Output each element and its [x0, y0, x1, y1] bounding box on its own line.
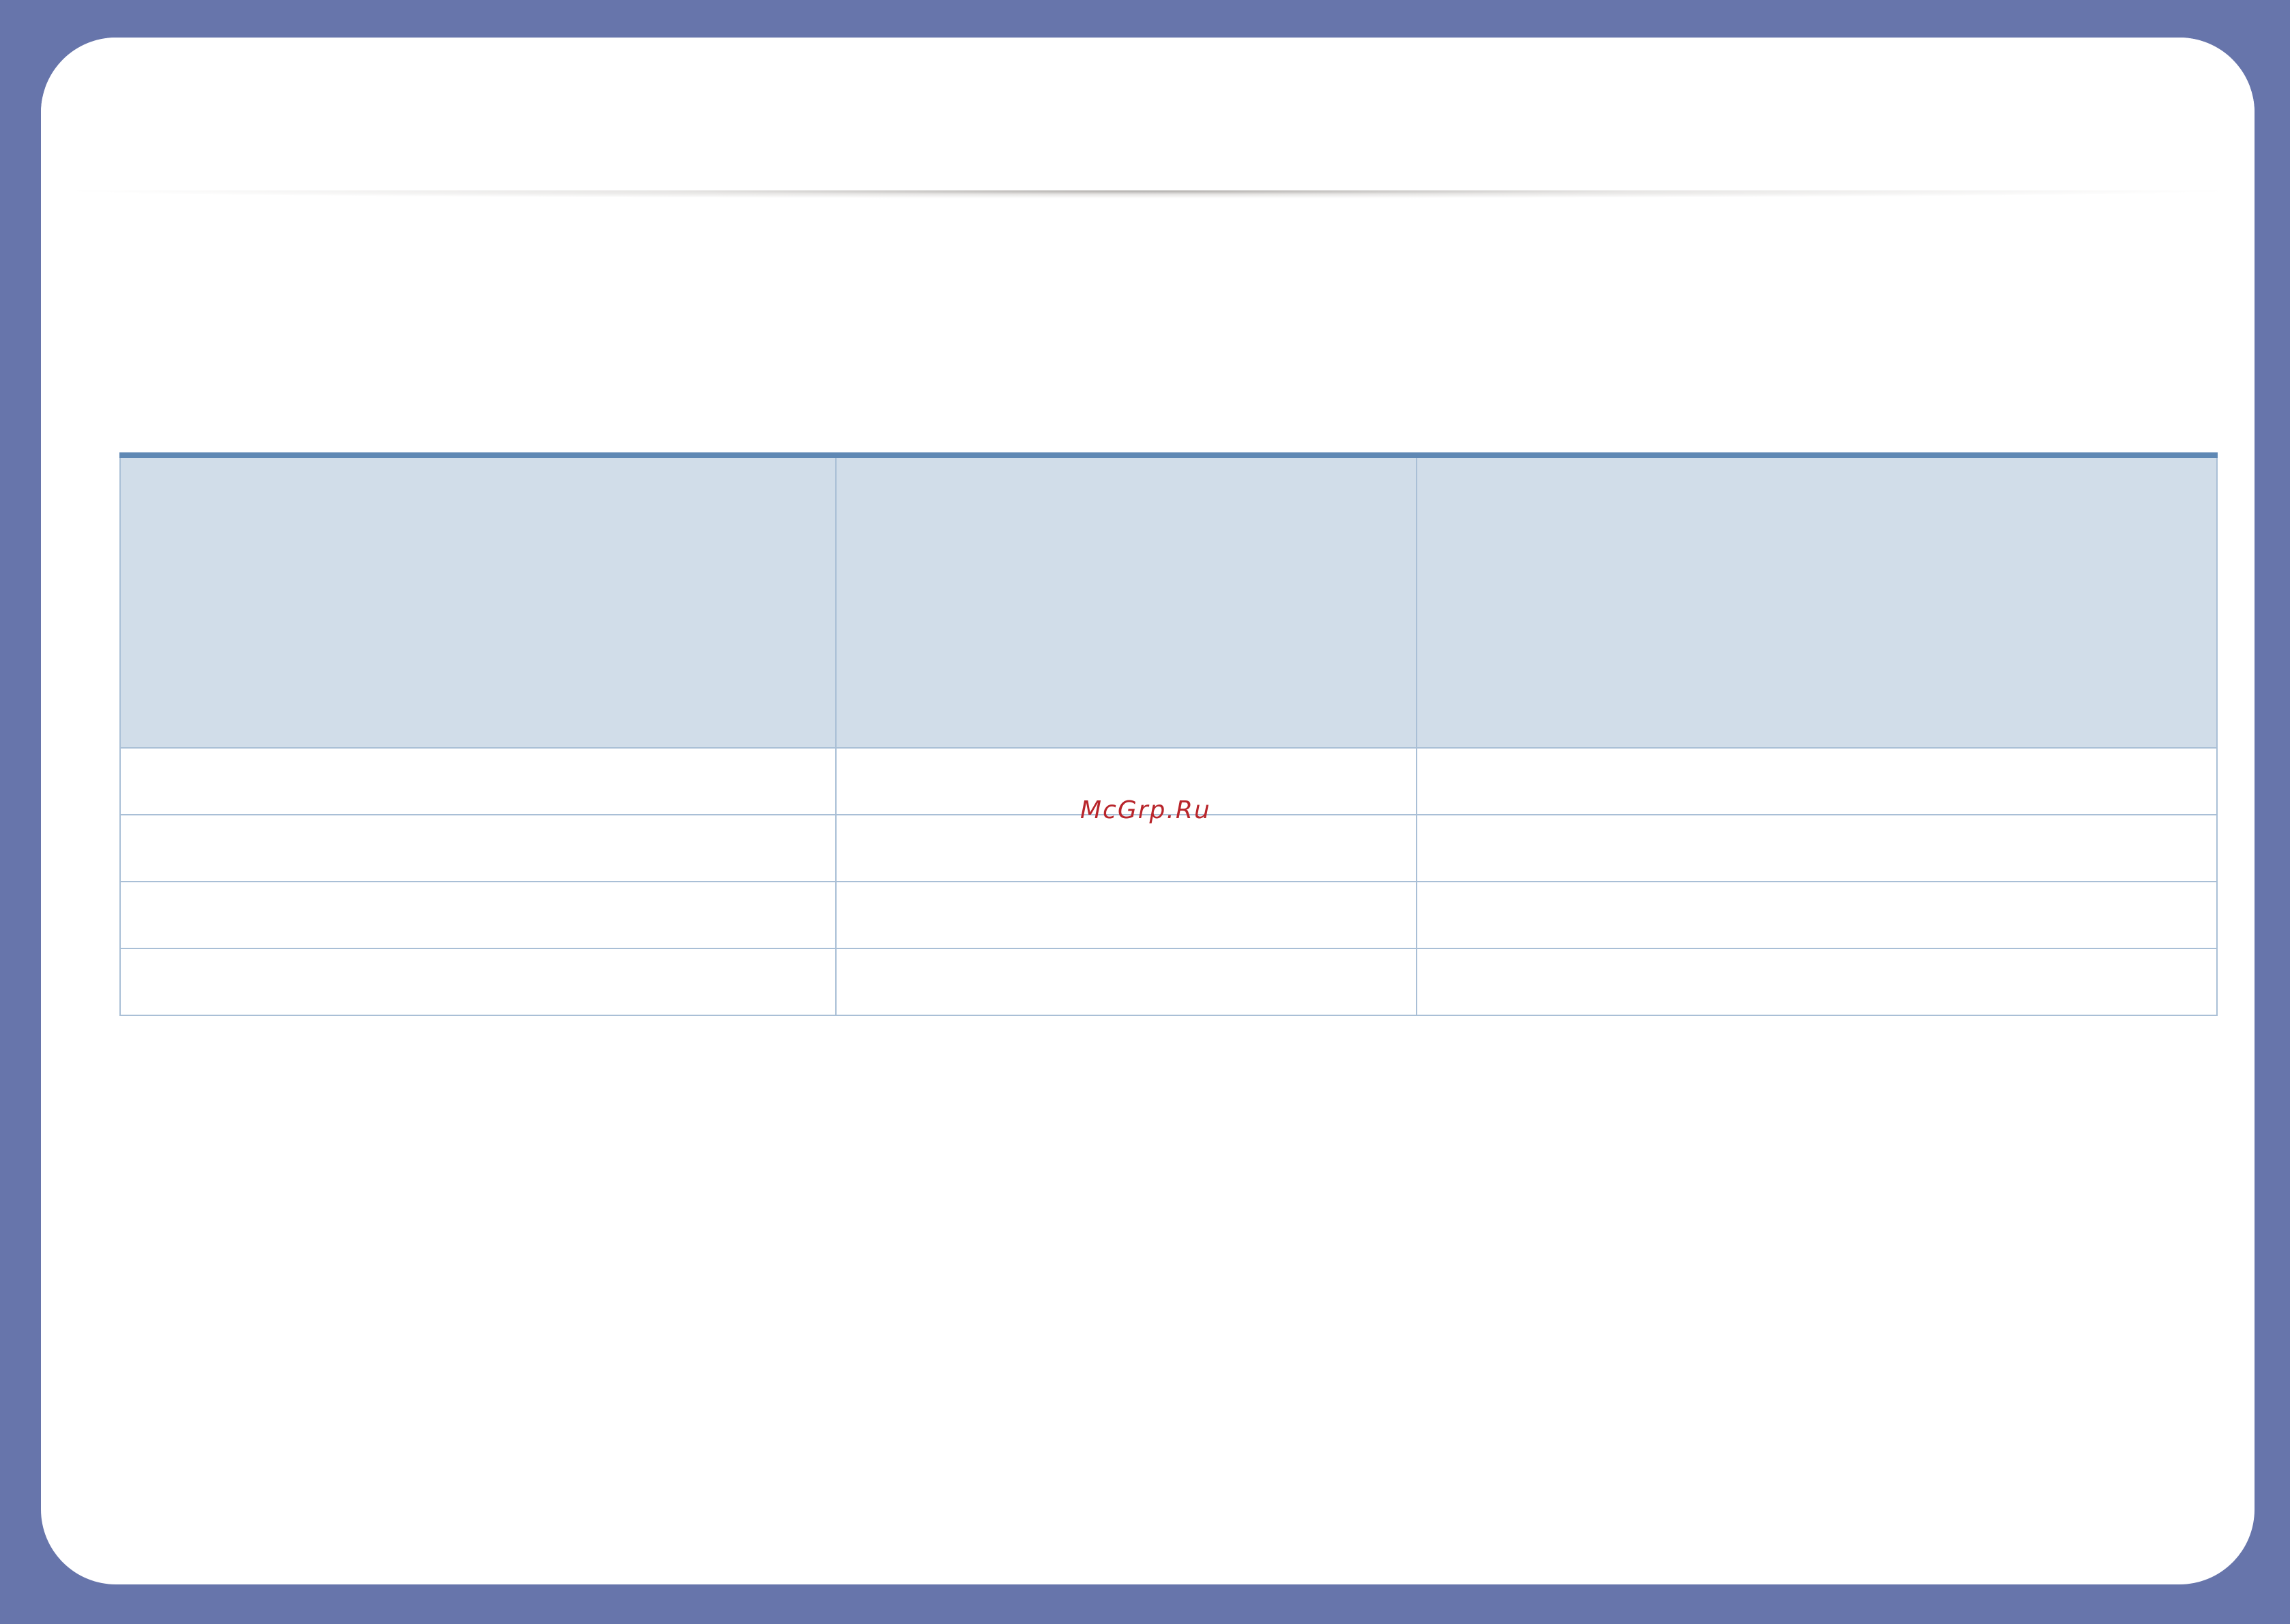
table-cell: [835, 881, 1417, 949]
spec-table: [119, 452, 2218, 1016]
table-row: [119, 948, 2218, 1016]
table-cell: [1416, 814, 2218, 882]
watermark-text: McGrp.Ru: [1080, 796, 1211, 824]
table-cell: [1416, 948, 2218, 1016]
table-header-row: [119, 454, 2218, 749]
table-row: [119, 814, 2218, 882]
table-cell: [835, 948, 1417, 1016]
table-row: [119, 881, 2218, 949]
table-cell: [119, 747, 837, 815]
table-header-cell-2: [835, 454, 1417, 749]
table-header-cell-1: [119, 454, 837, 749]
page-header-area: [41, 38, 2255, 190]
table-header-cell-3: [1416, 454, 2218, 749]
table-cell: [1416, 747, 2218, 815]
table-cell: [1416, 881, 2218, 949]
table-cell: [119, 881, 837, 949]
table-cell: [119, 948, 837, 1016]
table-cell: [835, 814, 1417, 882]
table-cell: [119, 814, 837, 882]
